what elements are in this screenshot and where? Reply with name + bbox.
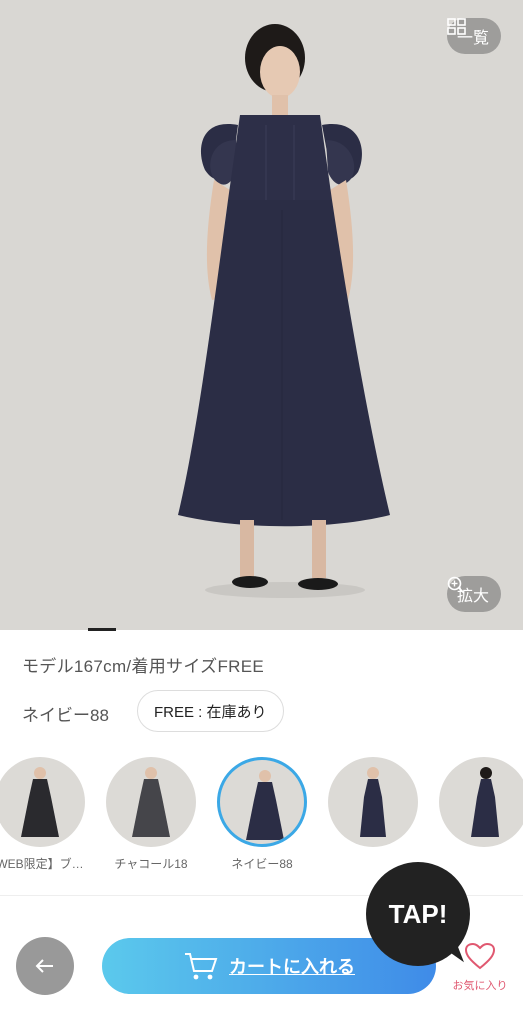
swatch-item[interactable] (325, 755, 421, 855)
list-view-button[interactable]: 一覧 (446, 18, 501, 54)
product-image[interactable]: 一覧 拡大 (0, 0, 523, 630)
model-photo (0, 0, 523, 630)
swatch-thumbnail (106, 757, 196, 847)
image-pager-indicator (88, 628, 116, 631)
swatch-thumbnail (217, 757, 307, 847)
swatch-label: チャコール18 (114, 857, 188, 871)
size-stock-button[interactable]: FREE : 在庫あり (137, 690, 284, 732)
swatch-label: WEB限定】ブ… (0, 857, 84, 871)
arrow-left-icon (35, 959, 53, 973)
swatch-thumbnail (439, 757, 523, 847)
color-swatch-list: WEB限定】ブ… チャコール18 ネイビー88 (0, 755, 523, 875)
swatch-label: ネイビー88 (231, 857, 293, 871)
model-info: モデル167cm/着用サイズFREE (22, 657, 264, 676)
grid-icon (447, 18, 466, 35)
swatch-thumbnail (328, 757, 418, 847)
swatch-item[interactable]: チャコール18 (103, 755, 199, 872)
cart-icon (185, 953, 218, 980)
back-button[interactable] (16, 937, 74, 995)
swatch-item[interactable] (436, 755, 523, 855)
swatch-item[interactable]: WEB限定】ブ… (0, 755, 88, 872)
color-name: ネイビー88 (22, 706, 109, 725)
zoom-in-icon (447, 576, 465, 594)
add-to-cart-label: カートに入れる (229, 957, 355, 977)
swatch-item-selected[interactable]: ネイビー88 (214, 755, 310, 872)
zoom-button[interactable]: 拡大 (446, 576, 501, 612)
favorite-label: お気に入り (452, 980, 508, 992)
heart-icon (464, 942, 496, 970)
swatch-thumbnail (0, 757, 85, 847)
favorite-button[interactable]: お気に入り (442, 942, 518, 993)
